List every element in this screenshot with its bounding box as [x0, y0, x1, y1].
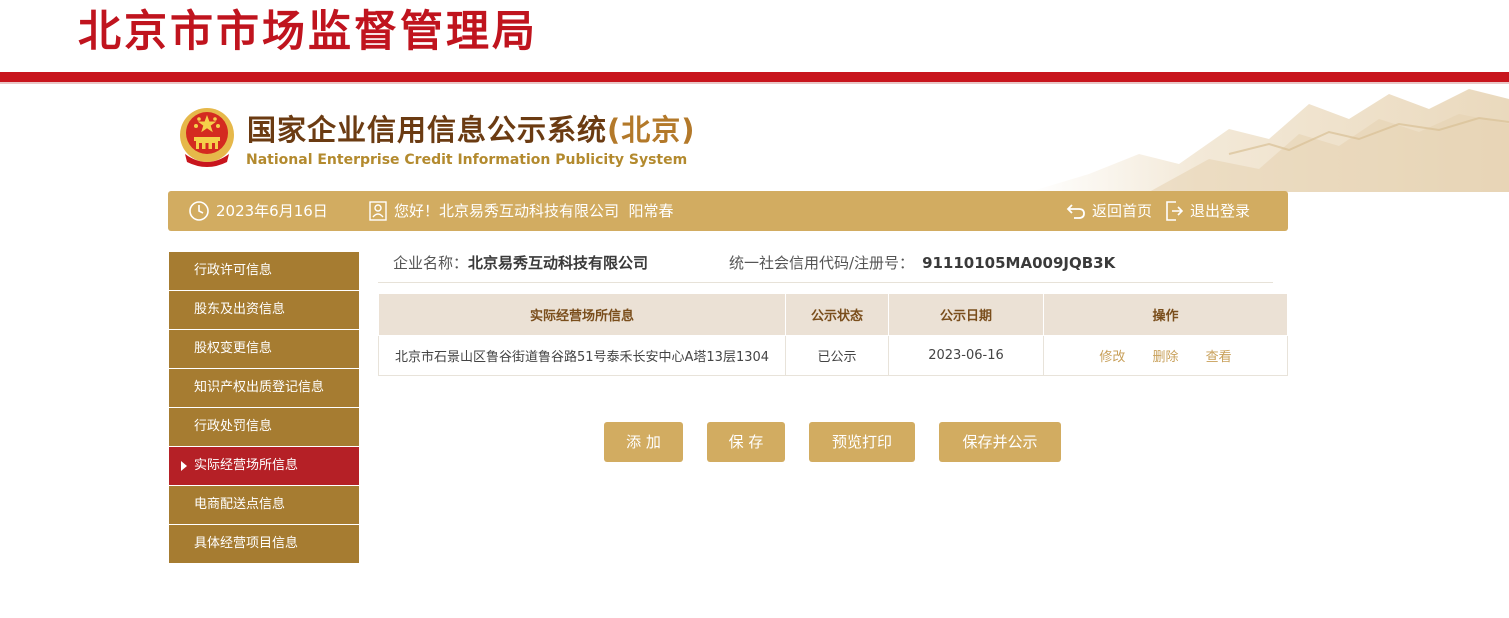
header-red-bar	[0, 72, 1509, 82]
credit-code: 统一社会信用代码/注册号： 91110105MA009JQB3K	[729, 252, 1115, 274]
sidebar-item-label: 具体经营项目信息	[194, 536, 299, 551]
sidebar-item-business-location[interactable]: 实际经营场所信息	[169, 447, 359, 486]
preview-print-button[interactable]: 预览打印	[809, 422, 915, 462]
sidebar-item-label: 实际经营场所信息	[194, 458, 299, 473]
sidebar-item-shareholders[interactable]: 股东及出资信息	[169, 291, 359, 330]
sidebar-nav: 行政许可信息 股东及出资信息 股权变更信息 知识产权出质登记信息 行政处罚信息 …	[169, 252, 359, 564]
column-header-date: 公示日期	[888, 293, 1044, 336]
system-title-region: (北京)	[607, 113, 696, 147]
company-info-row: 企业名称：北京易秀互动科技有限公司 统一社会信用代码/注册号： 91110105M…	[378, 252, 1273, 283]
edit-link[interactable]: 修改	[1099, 350, 1125, 365]
logout-icon	[1166, 201, 1184, 221]
column-header-actions: 操作	[1043, 293, 1288, 336]
great-wall-illustration	[1029, 89, 1509, 192]
system-title-main: 国家企业信用信息公示系统	[247, 113, 608, 147]
view-link[interactable]: 查看	[1206, 350, 1232, 365]
sidebar-item-equity-change[interactable]: 股权变更信息	[169, 330, 359, 369]
delete-link[interactable]: 删除	[1152, 350, 1178, 365]
sidebar-item-ip-pledge[interactable]: 知识产权出质登记信息	[169, 369, 359, 408]
company-name: 企业名称：北京易秀互动科技有限公司	[393, 252, 648, 274]
home-link[interactable]: 返回首页	[1066, 191, 1152, 231]
column-header-status: 公示状态	[785, 293, 889, 336]
system-subtitle: National Enterprise Credit Information P…	[246, 152, 688, 168]
location-table: 实际经营场所信息 公示状态 公示日期 操作 北京市石景山区鲁谷街道鲁谷路51号泰…	[378, 293, 1288, 376]
cell-actions: 修改 删除 查看	[1043, 335, 1288, 376]
user-info-bar: 2023年6月16日 您好！北京易秀互动科技有限公司 阳常春 返回首页 退出登录	[168, 191, 1288, 231]
cell-date: 2023-06-16	[888, 335, 1044, 376]
company-name-value: 北京易秀互动科技有限公司	[468, 254, 649, 272]
logout-link-label: 退出登录	[1190, 202, 1251, 220]
sidebar-item-label: 行政处罚信息	[194, 419, 273, 434]
clock-icon	[189, 201, 209, 221]
home-link-label: 返回首页	[1092, 202, 1153, 220]
user-greeting: 您好！北京易秀互动科技有限公司 阳常春	[368, 191, 674, 231]
table-row: 北京市石景山区鲁谷街道鲁谷路51号泰禾长安中心A塔13层1304 已公示 202…	[378, 335, 1288, 376]
table-header-row: 实际经营场所信息 公示状态 公示日期 操作	[378, 293, 1288, 336]
return-icon	[1066, 204, 1085, 219]
logout-link[interactable]: 退出登录	[1164, 191, 1250, 231]
national-emblem-icon	[180, 108, 234, 167]
sidebar-item-ecommerce-delivery[interactable]: 电商配送点信息	[169, 486, 359, 525]
cell-status: 已公示	[785, 335, 889, 376]
credit-code-label: 统一社会信用代码/注册号：	[729, 254, 915, 272]
sidebar-item-label: 股东及出资信息	[194, 302, 286, 317]
sidebar-item-label: 股权变更信息	[194, 341, 273, 356]
user-icon	[369, 201, 387, 221]
credit-code-value: 91110105MA009JQB3K	[922, 254, 1116, 272]
sidebar-item-label: 电商配送点信息	[194, 497, 286, 512]
sidebar-item-label: 知识产权出质登记信息	[194, 380, 325, 395]
org-banner-title: 北京市市场监督管理局	[78, 7, 538, 57]
column-header-address: 实际经营场所信息	[378, 293, 786, 336]
save-button[interactable]: 保 存	[707, 422, 785, 462]
save-publish-button[interactable]: 保存并公示	[939, 422, 1061, 462]
add-button[interactable]: 添 加	[604, 422, 683, 462]
company-name-label: 企业名称：	[393, 254, 469, 272]
date-display: 2023年6月16日	[188, 191, 328, 231]
greeting-text: 您好！北京易秀互动科技有限公司 阳常春	[394, 202, 674, 220]
cell-address: 北京市石景山区鲁谷街道鲁谷路51号泰禾长安中心A塔13层1304	[378, 335, 786, 376]
sidebar-item-admin-license[interactable]: 行政许可信息	[169, 252, 359, 291]
sidebar-item-business-items[interactable]: 具体经营项目信息	[169, 525, 359, 564]
system-title: 国家企业信用信息公示系统(北京)	[247, 112, 696, 148]
date-text: 2023年6月16日	[216, 202, 328, 220]
sidebar-item-admin-penalty[interactable]: 行政处罚信息	[169, 408, 359, 447]
sidebar-item-label: 行政许可信息	[194, 263, 273, 278]
